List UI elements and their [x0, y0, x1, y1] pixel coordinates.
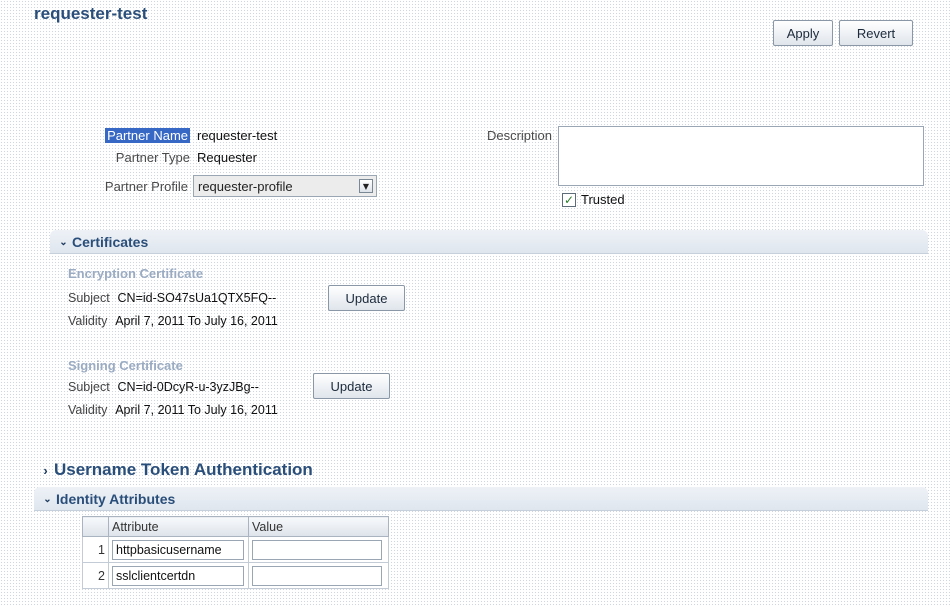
signing-subject-row: Subject CN=id-0DcyR-u-3yzJBg--: [68, 380, 259, 394]
attribute-cell: httpbasicusername: [108, 536, 249, 563]
trusted-checkbox-row[interactable]: ✓ Trusted: [562, 192, 625, 207]
page-title: requester-test: [34, 4, 148, 23]
signing-subject-label: Subject: [68, 380, 110, 394]
partner-profile-select[interactable]: requester-profile ▼: [193, 175, 377, 197]
column-header-value[interactable]: Value: [248, 516, 389, 537]
partner-profile-value: requester-profile: [198, 179, 293, 194]
partner-profile-label: Partner Profile: [104, 179, 188, 194]
encryption-subject-row: Subject CN=id-SO47sUa1QTX5FQ--: [68, 291, 276, 305]
trusted-checkbox[interactable]: ✓: [562, 192, 576, 207]
signing-subject-value: CN=id-0DcyR-u-3yzJBg--: [117, 380, 259, 394]
certificates-section-bar: [50, 230, 928, 254]
encryption-update-button[interactable]: Update: [328, 285, 405, 311]
signing-update-button[interactable]: Update: [313, 373, 390, 399]
attribute-cell: sslclientcertdn: [108, 562, 249, 589]
encryption-subject-value: CN=id-SO47sUa1QTX5FQ--: [117, 291, 277, 305]
column-header-attribute[interactable]: Attribute: [108, 516, 249, 537]
revert-button[interactable]: Revert: [839, 20, 913, 46]
signing-certificate-heading: Signing Certificate: [68, 358, 183, 373]
signing-validity-label: Validity: [68, 403, 108, 417]
signing-validity-value: April 7, 2011 To July 16, 2011: [115, 403, 278, 417]
signing-validity-row: Validity April 7, 2011 To July 16, 2011: [68, 403, 278, 417]
identity-attributes-table: Attribute Value 1 httpbasicusername 2 ss…: [82, 516, 389, 589]
encryption-certificate-heading: Encryption Certificate: [68, 266, 204, 281]
encryption-validity-row: Validity April 7, 2011 To July 16, 2011: [68, 314, 278, 328]
partner-type-label: Partner Type: [115, 150, 190, 165]
identity-section-header[interactable]: ⌄ Identity Attributes: [42, 491, 175, 507]
dropdown-arrow-icon[interactable]: ▼: [359, 179, 373, 193]
row-number: 1: [82, 536, 109, 563]
apply-button[interactable]: Apply: [773, 20, 833, 46]
trusted-label: Trusted: [581, 192, 625, 207]
attribute-input[interactable]: sslclientcertdn: [112, 565, 244, 586]
value-cell: [248, 536, 389, 563]
partner-type-value: Requester: [197, 150, 257, 165]
value-input[interactable]: [252, 539, 382, 560]
username-token-section-title: Username Token Authentication: [54, 460, 313, 479]
checkmark-icon: ✓: [563, 192, 575, 207]
partner-name-label-text: Partner Name: [105, 128, 190, 143]
chevron-right-icon[interactable]: ›: [40, 463, 51, 478]
table-row: 1 httpbasicusername: [82, 536, 389, 563]
row-number: 2: [82, 562, 109, 589]
attribute-input[interactable]: httpbasicusername: [112, 539, 244, 560]
chevron-down-icon[interactable]: ⌄: [58, 237, 69, 248]
partner-name-label: Partner Name: [80, 128, 190, 143]
row-number-header: [82, 516, 109, 537]
partner-name-value: requester-test: [197, 128, 278, 143]
username-token-section-header[interactable]: › Username Token Authentication: [40, 460, 313, 480]
chevron-down-icon[interactable]: ⌄: [42, 494, 53, 505]
table-header-row: Attribute Value: [82, 516, 389, 537]
value-cell: [248, 562, 389, 589]
value-input[interactable]: [252, 565, 382, 586]
table-row: 2 sslclientcertdn: [82, 562, 389, 589]
certificates-section-title: Certificates: [72, 234, 149, 250]
certificates-section-header[interactable]: ⌄ Certificates: [58, 234, 148, 250]
description-textarea[interactable]: [558, 126, 924, 186]
encryption-validity-value: April 7, 2011 To July 16, 2011: [115, 314, 278, 328]
encryption-validity-label: Validity: [68, 314, 108, 328]
identity-section-title: Identity Attributes: [56, 491, 176, 507]
description-label: Description: [486, 128, 552, 143]
encryption-subject-label: Subject: [68, 291, 110, 305]
